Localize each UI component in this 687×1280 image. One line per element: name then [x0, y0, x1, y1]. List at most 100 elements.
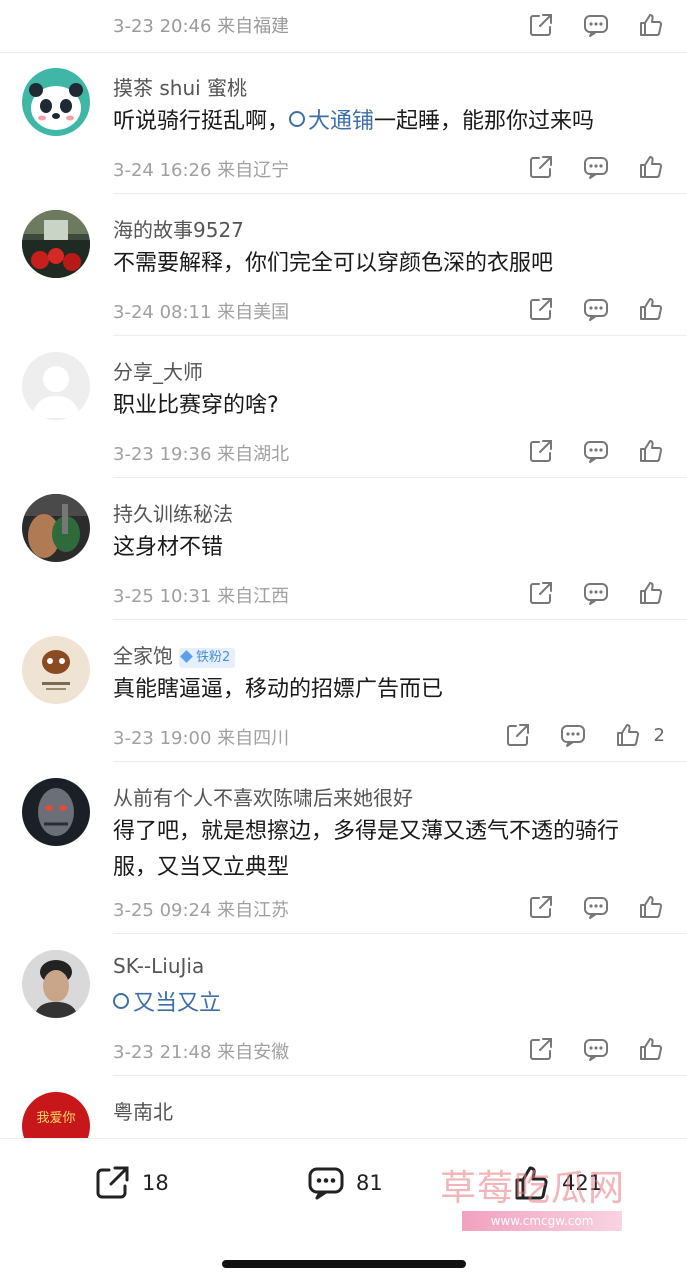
comment-item: 我爱你 粤南北	[0, 1076, 687, 1138]
comment-actions	[500, 153, 665, 181]
comment-item: SK--LiuJia 又当又立 3-23 21:48 来自安徽	[0, 934, 687, 1076]
comment-item: 海的故事9527 不需要解释，你们完全可以穿颜色深的衣服吧 3-24 08:11…	[0, 194, 687, 336]
avatar[interactable]	[22, 210, 90, 278]
like-icon[interactable]	[614, 721, 642, 749]
comment-icon[interactable]	[559, 721, 587, 749]
share-icon[interactable]	[527, 1035, 555, 1063]
comment-button[interactable]: 81	[306, 1163, 383, 1203]
home-indicator[interactable]	[222, 1260, 466, 1268]
comment-meta: 3-24 08:11 来自美国	[113, 302, 290, 323]
like-count: 2	[653, 724, 665, 746]
comment-partial-top: 3-23 20:46 来自福建	[0, 0, 687, 53]
comment-meta: 3-25 09:24 来自江苏	[113, 900, 290, 921]
username[interactable]: 全家饱	[113, 644, 173, 668]
like-button[interactable]: 2	[614, 721, 665, 749]
comment-text-line: 得了吧，就是想擦边，多得是又薄又透气不透的骑行	[113, 819, 620, 844]
watermark-url: www.cmcgw.com	[462, 1211, 622, 1231]
comment-meta: 3-23 21:48 来自安徽	[113, 1042, 290, 1063]
comment-item: 全家饱 铁粉2 真能瞎逼逼，移动的招嫖广告而已 3-23 19:00 来自四川 2	[0, 620, 687, 762]
avatar[interactable]	[22, 68, 90, 136]
comment-text-part: 听说骑行挺乱啊，	[113, 109, 290, 134]
topic-link[interactable]: 又当又立	[113, 991, 221, 1016]
avatar-text: 我爱你	[36, 1111, 75, 1126]
like-icon[interactable]	[637, 295, 665, 323]
username[interactable]: 分享_大师	[113, 356, 203, 385]
comment-icon[interactable]	[582, 437, 610, 465]
username[interactable]: 海的故事9527	[113, 214, 244, 243]
comment-actions	[500, 1035, 665, 1063]
comment-item: 分享_大师 职业比赛穿的啥? 3-23 19:36 来自湖北	[0, 336, 687, 478]
share-icon[interactable]	[527, 295, 555, 323]
share-icon	[96, 1166, 129, 1199]
avatar[interactable]	[22, 636, 90, 704]
comment-feed-screen: 3-23 20:46 来自福建 摸茶 shui 蜜桃 听说骑行挺乱啊， 大通铺一起…	[0, 0, 687, 1280]
share-icon[interactable]	[527, 153, 555, 181]
search-icon	[113, 993, 129, 1009]
like-icon[interactable]	[637, 893, 665, 921]
comment-text: 得了吧，就是想擦边，多得是又薄又透气不透的骑行 服，又当又立典型	[113, 814, 673, 886]
like-icon[interactable]	[637, 579, 665, 607]
fan-badge: 铁粉2	[179, 648, 236, 668]
username[interactable]: 持久训练秘法	[113, 498, 233, 527]
comment-actions	[500, 893, 665, 921]
comment-text-line: 服，又当又立典型	[113, 855, 290, 880]
comment-actions: 2	[477, 721, 665, 749]
watermark-text: 草莓吃瓜网	[440, 1168, 626, 1209]
share-icon[interactable]	[527, 11, 555, 39]
comment-meta: 3-24 16:26 来自辽宁	[113, 160, 290, 181]
comment-item: 持久训练秘法 这身材不错 3-25 10:31 来自江西	[0, 478, 687, 620]
comment-actions	[500, 579, 665, 607]
comment-meta: 3-23 19:36 来自湖北	[113, 444, 290, 465]
comment-item: 摸茶 shui 蜜桃 听说骑行挺乱啊， 大通铺一起睡，能那你过来吗 3-24 16…	[0, 52, 687, 194]
comment-meta: 3-25 10:31 来自江西	[113, 586, 290, 607]
comment-text: 听说骑行挺乱啊， 大通铺一起睡，能那你过来吗	[113, 104, 673, 140]
share-icon[interactable]	[527, 437, 555, 465]
comment-text: 不需要解释，你们完全可以穿颜色深的衣服吧	[113, 251, 554, 276]
comment-item: 从前有个人不喜欢陈啸后来她很好 得了吧，就是想擦边，多得是又薄又透气不透的骑行服…	[0, 762, 687, 934]
share-icon[interactable]	[504, 721, 532, 749]
comment-text: 又当又立	[113, 986, 673, 1022]
avatar[interactable]	[22, 778, 90, 846]
comment-icon[interactable]	[582, 579, 610, 607]
comment-actions	[500, 295, 665, 323]
username[interactable]: SK--LiuJia	[113, 954, 204, 978]
comment-icon[interactable]	[582, 153, 610, 181]
comment-icon[interactable]	[582, 893, 610, 921]
comment-text: 职业比赛穿的啥?	[113, 393, 279, 418]
share-icon[interactable]	[527, 893, 555, 921]
avatar-default[interactable]	[22, 352, 90, 420]
share-icon[interactable]	[527, 579, 555, 607]
like-icon[interactable]	[637, 1035, 665, 1063]
avatar[interactable]	[22, 494, 90, 562]
comment-icon[interactable]	[582, 11, 610, 39]
search-icon	[289, 111, 306, 127]
username[interactable]: 粤南北	[113, 1096, 173, 1125]
comment-actions	[500, 437, 665, 465]
like-icon[interactable]	[637, 11, 665, 39]
comment-text-part: 一起睡，能那你过来吗	[374, 109, 595, 134]
diamond-icon	[180, 650, 193, 663]
comment-meta: 3-23 19:00 来自四川	[113, 728, 290, 749]
comment-count: 81	[356, 1171, 383, 1195]
share-button[interactable]: 18	[92, 1163, 169, 1203]
bottom-action-bar: 18 81 421 草莓吃瓜网 www.cmcgw.com	[0, 1138, 687, 1280]
like-icon[interactable]	[637, 437, 665, 465]
avatar[interactable]: 我爱你	[22, 1092, 90, 1138]
topic-link[interactable]: 大通铺	[289, 109, 374, 134]
topic-link-label: 又当又立	[133, 991, 222, 1016]
comment-text: 这身材不错	[113, 535, 224, 560]
fan-badge-label: 铁粉2	[196, 650, 231, 665]
topic-link-label: 大通铺	[308, 109, 375, 134]
username[interactable]: 从前有个人不喜欢陈啸后来她很好	[113, 782, 413, 811]
comment-text: 真能瞎逼逼，移动的招嫖广告而已	[113, 677, 444, 702]
share-count: 18	[142, 1171, 169, 1195]
comment-icon	[308, 1167, 344, 1200]
username-row: 全家饱 铁粉2	[113, 640, 236, 669]
like-icon[interactable]	[637, 153, 665, 181]
comment-icon[interactable]	[582, 1035, 610, 1063]
comment-meta: 3-23 20:46 来自福建	[113, 16, 290, 37]
username[interactable]: 摸茶 shui 蜜桃	[113, 72, 247, 101]
avatar[interactable]	[22, 950, 90, 1018]
comment-icon[interactable]	[582, 295, 610, 323]
comment-actions	[500, 11, 665, 39]
